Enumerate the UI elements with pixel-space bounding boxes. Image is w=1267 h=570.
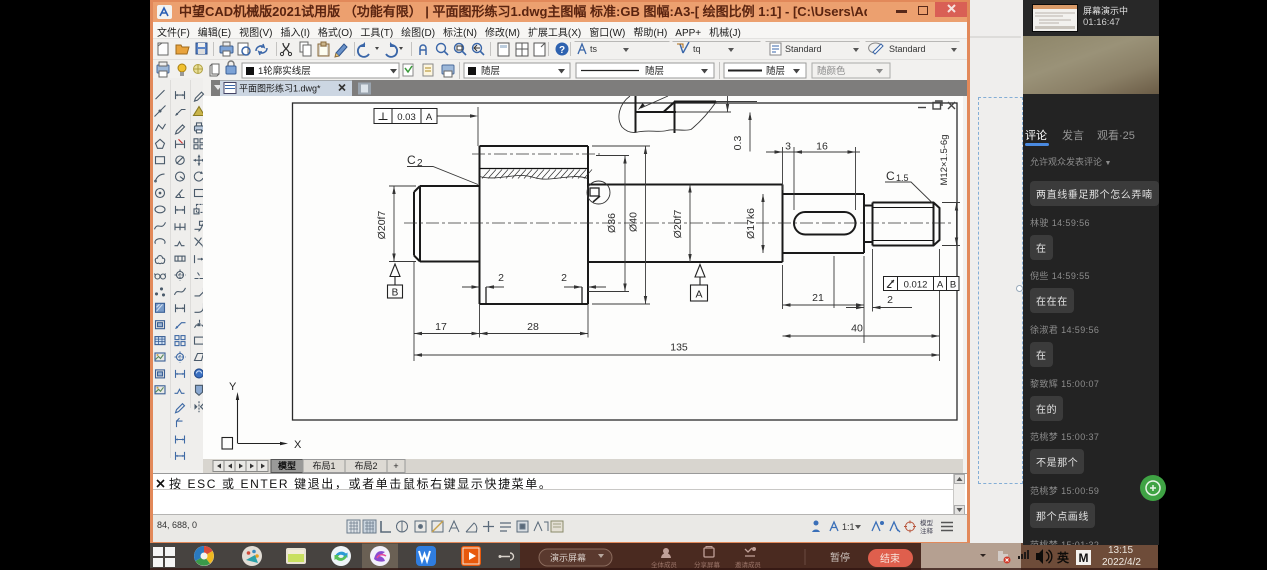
- svg-text:2: 2: [417, 158, 423, 169]
- svg-text:英: 英: [1057, 550, 1070, 565]
- svg-text:M12×1.5-6g: M12×1.5-6g: [939, 135, 950, 186]
- svg-text:2: 2: [498, 272, 504, 284]
- svg-text:2022/4/2: 2022/4/2: [1102, 557, 1141, 568]
- svg-text:21: 21: [812, 292, 824, 304]
- svg-text:Ø40: Ø40: [628, 212, 640, 232]
- svg-text:Standard: Standard: [785, 44, 822, 54]
- svg-text:M: M: [1079, 551, 1089, 565]
- svg-text:Ø20f7: Ø20f7: [376, 211, 388, 240]
- svg-text:+: +: [393, 461, 398, 471]
- svg-text:tq: tq: [693, 44, 701, 54]
- svg-text:布局2: 布局2: [354, 460, 377, 471]
- svg-text:ts: ts: [590, 44, 598, 54]
- svg-text:平面图形练习1.dwg*: 平面图形练习1.dwg*: [239, 83, 321, 94]
- svg-text:随层: 随层: [766, 65, 785, 77]
- svg-text:1轮廓实线层: 1轮廓实线层: [258, 65, 311, 77]
- svg-text:Ø36: Ø36: [606, 213, 618, 233]
- svg-text:3: 3: [785, 141, 791, 153]
- svg-text:模型: 模型: [920, 518, 934, 527]
- svg-text:B: B: [950, 280, 956, 291]
- svg-text:C: C: [407, 153, 416, 167]
- svg-text:Ø17k6: Ø17k6: [745, 208, 757, 239]
- svg-text:13:15: 13:15: [1108, 545, 1133, 556]
- svg-text:模型: 模型: [278, 460, 296, 471]
- svg-text:布局1: 布局1: [312, 460, 335, 471]
- svg-text:暂停: 暂停: [830, 551, 850, 564]
- svg-text:X: X: [294, 439, 302, 451]
- svg-text:结束: 结束: [880, 552, 900, 565]
- svg-text:28: 28: [527, 321, 539, 333]
- svg-text:2: 2: [887, 294, 893, 306]
- svg-text:1.5: 1.5: [896, 173, 909, 183]
- svg-text:135: 135: [670, 342, 688, 354]
- svg-text:A: A: [426, 112, 433, 123]
- svg-text:演示屏幕: 演示屏幕: [550, 552, 586, 563]
- svg-text:注释: 注释: [920, 526, 934, 535]
- svg-text:16: 16: [816, 141, 828, 153]
- svg-text:Y: Y: [229, 381, 237, 393]
- svg-text:1:1: 1:1: [842, 522, 855, 532]
- svg-text:随层: 随层: [645, 65, 664, 77]
- svg-text:B: B: [392, 288, 399, 299]
- svg-text:A: A: [937, 280, 944, 291]
- svg-text:Ø20f7: Ø20f7: [672, 210, 684, 239]
- svg-text:0.03: 0.03: [397, 112, 416, 123]
- svg-text:随颜色: 随颜色: [817, 65, 846, 77]
- svg-text:随层: 随层: [481, 65, 500, 77]
- svg-text:?: ?: [559, 45, 565, 56]
- svg-text:C: C: [886, 169, 895, 183]
- svg-text:0.012: 0.012: [904, 280, 928, 291]
- svg-text:2: 2: [561, 272, 567, 284]
- svg-text:A: A: [695, 289, 702, 301]
- svg-text:17: 17: [435, 321, 447, 333]
- svg-text:Standard: Standard: [889, 44, 926, 54]
- svg-text:0.3: 0.3: [732, 136, 744, 151]
- svg-text:40: 40: [851, 323, 863, 335]
